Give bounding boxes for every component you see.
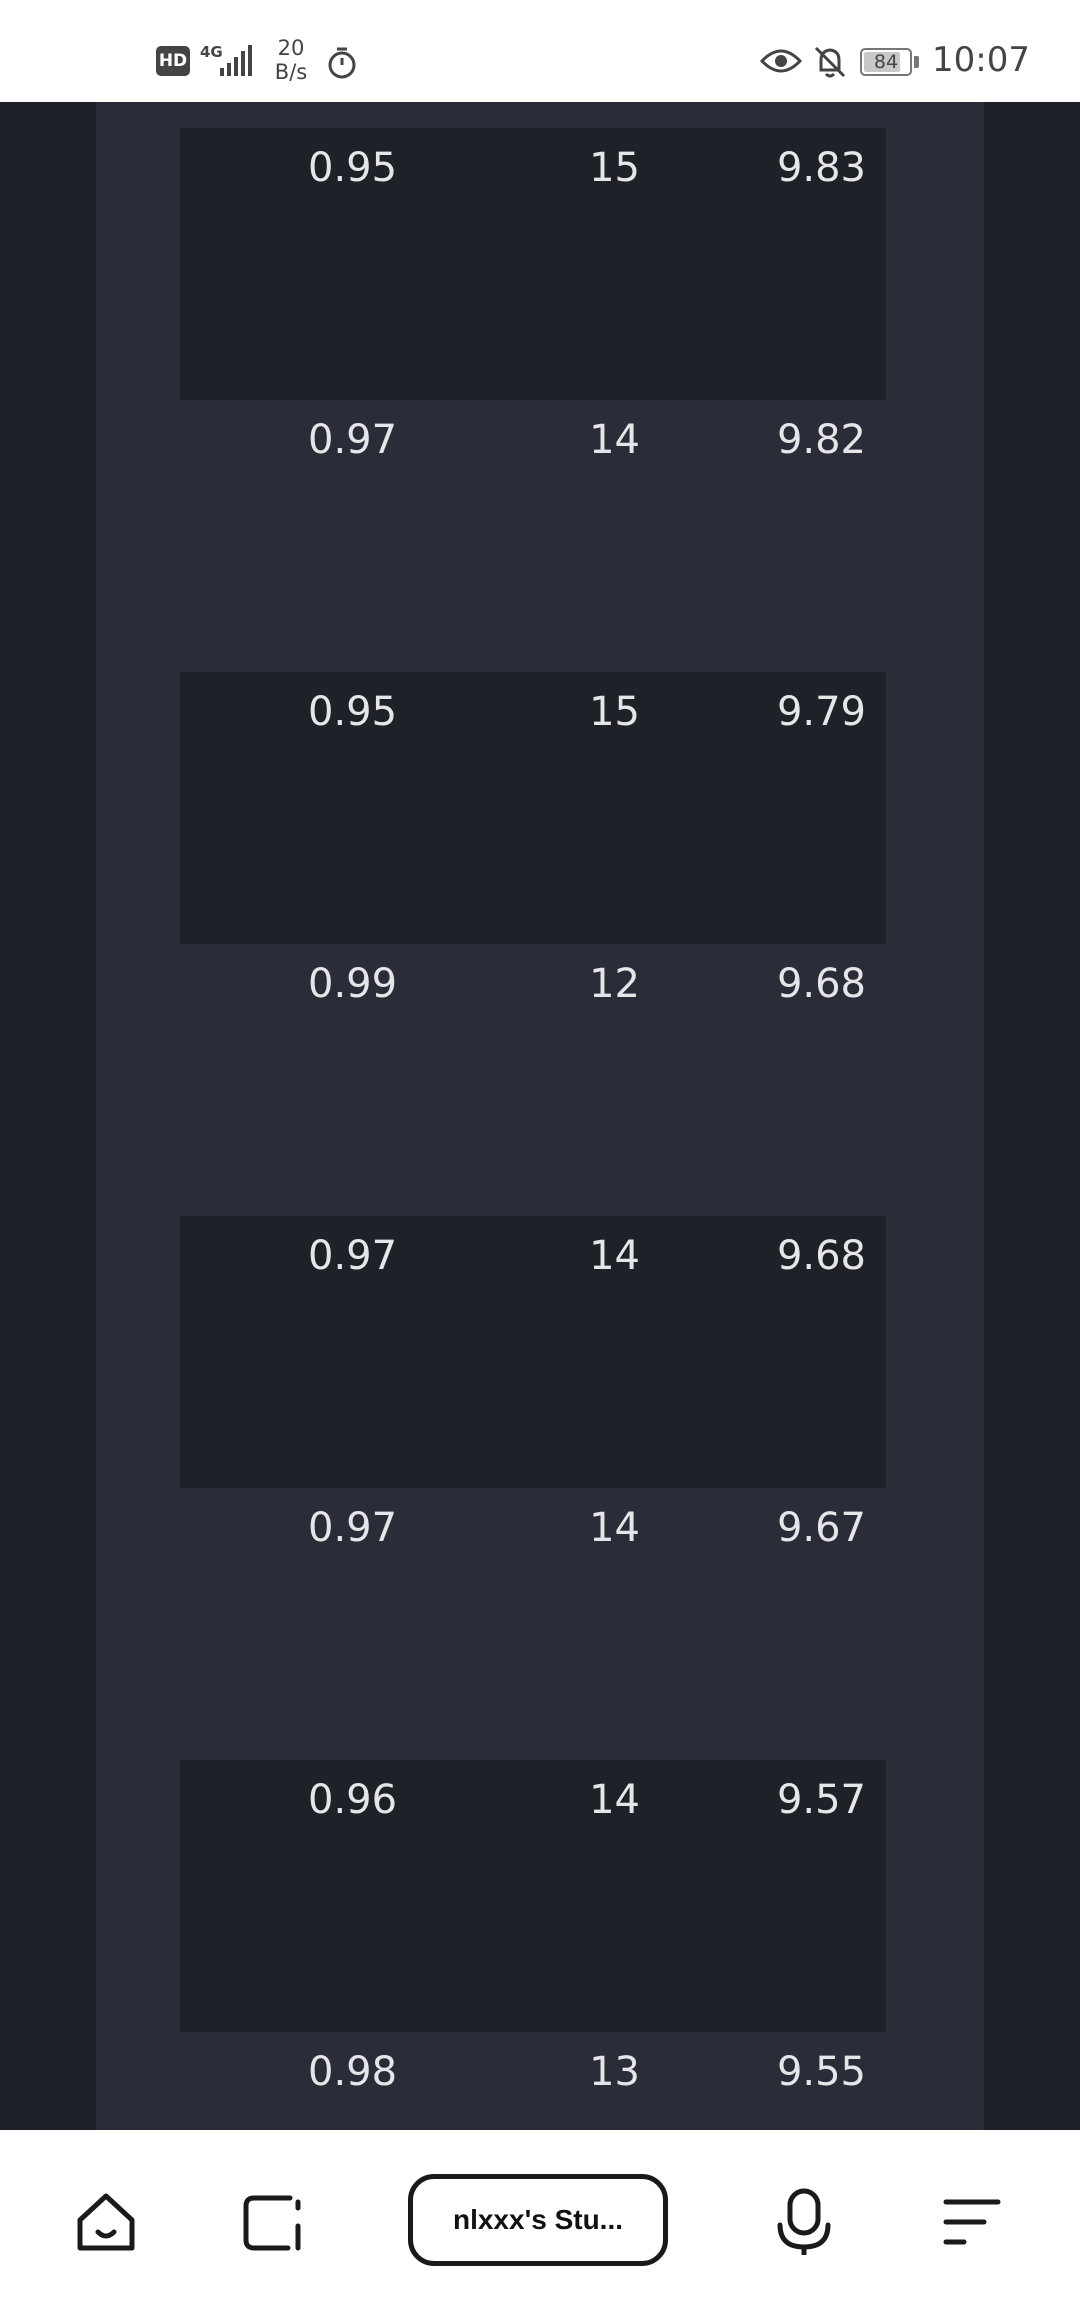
table-cell: 14 [589, 1505, 640, 1551]
home-button[interactable] [66, 2182, 146, 2262]
bell-off-icon [814, 46, 846, 78]
tabs-icon [243, 2195, 301, 2251]
tabs-button[interactable] [232, 2182, 312, 2262]
table-cell: 9.83 [776, 145, 866, 191]
table-cell: 0.95 [308, 689, 398, 735]
battery-tip [914, 56, 919, 68]
table-row: 0.98 13 9.55 [180, 2032, 886, 2130]
clock: 10:07 [932, 40, 1030, 80]
table-row: 0.99 12 9.68 [180, 944, 886, 1216]
table-cell: 0.97 [308, 1233, 398, 1279]
table-row: 0.96 14 9.57 [180, 1760, 886, 2032]
table-cell: 0.97 [308, 417, 398, 463]
timer-icon [328, 47, 356, 79]
table-cell: 9.57 [776, 1777, 866, 1823]
home-icon [77, 2193, 135, 2251]
table-cell: 9.68 [776, 961, 866, 1007]
table-row: 0.97 14 9.68 [180, 1216, 886, 1488]
content-panel: 0.95 15 9.83 0.97 14 9.82 0.95 15 9.79 0… [96, 102, 984, 2130]
page-area[interactable]: 0.95 15 9.83 0.97 14 9.82 0.95 15 9.79 0… [0, 102, 1080, 2130]
menu-icon [943, 2199, 1001, 2245]
net-speed-value: 20 [277, 36, 305, 60]
hd-badge: HD [156, 46, 190, 76]
voice-button[interactable] [764, 2182, 844, 2262]
table-row: 0.97 14 9.67 [180, 1488, 886, 1760]
table-cell: 14 [589, 417, 640, 463]
table-cell: 9.67 [776, 1505, 866, 1551]
table-cell: 9.79 [776, 689, 866, 735]
table-cell: 14 [589, 1233, 640, 1279]
table-cell: 0.97 [308, 1505, 398, 1551]
status-bar: HD 4G 20 B/s 84 10:07 [0, 0, 1080, 102]
table-cell: 0.96 [308, 1777, 398, 1823]
table-cell: 0.98 [308, 2049, 398, 2095]
microphone-icon [777, 2188, 831, 2255]
battery-level: 84 [873, 51, 899, 73]
table-cell: 0.95 [308, 145, 398, 191]
table-cell: 14 [589, 1777, 640, 1823]
signal-icon [220, 45, 252, 76]
table-cell: 13 [589, 2049, 640, 2095]
table-cell: 9.68 [776, 1233, 866, 1279]
data-table: 0.95 15 9.83 0.97 14 9.82 0.95 15 9.79 0… [180, 128, 886, 2130]
table-cell: 12 [589, 961, 640, 1007]
table-row: 0.95 15 9.79 [180, 672, 886, 944]
menu-button[interactable] [932, 2182, 1012, 2262]
table-cell: 15 [589, 145, 640, 191]
table-cell: 9.55 [776, 2049, 866, 2095]
net-speed-unit: B/s [274, 60, 308, 84]
address-pill[interactable]: nlxxx's Stu... [408, 2174, 668, 2266]
battery-icon: 84 [860, 48, 912, 76]
table-cell: 9.82 [776, 417, 866, 463]
net-speed: 20 B/s [270, 36, 312, 84]
bottom-nav: nlxxx's Stu... [0, 2130, 1080, 2310]
eye-icon [760, 49, 802, 73]
table-row: 0.95 15 9.83 [180, 128, 886, 400]
table-row: 0.97 14 9.82 [180, 400, 886, 672]
table-cell: 15 [589, 689, 640, 735]
table-cell: 0.99 [308, 961, 398, 1007]
